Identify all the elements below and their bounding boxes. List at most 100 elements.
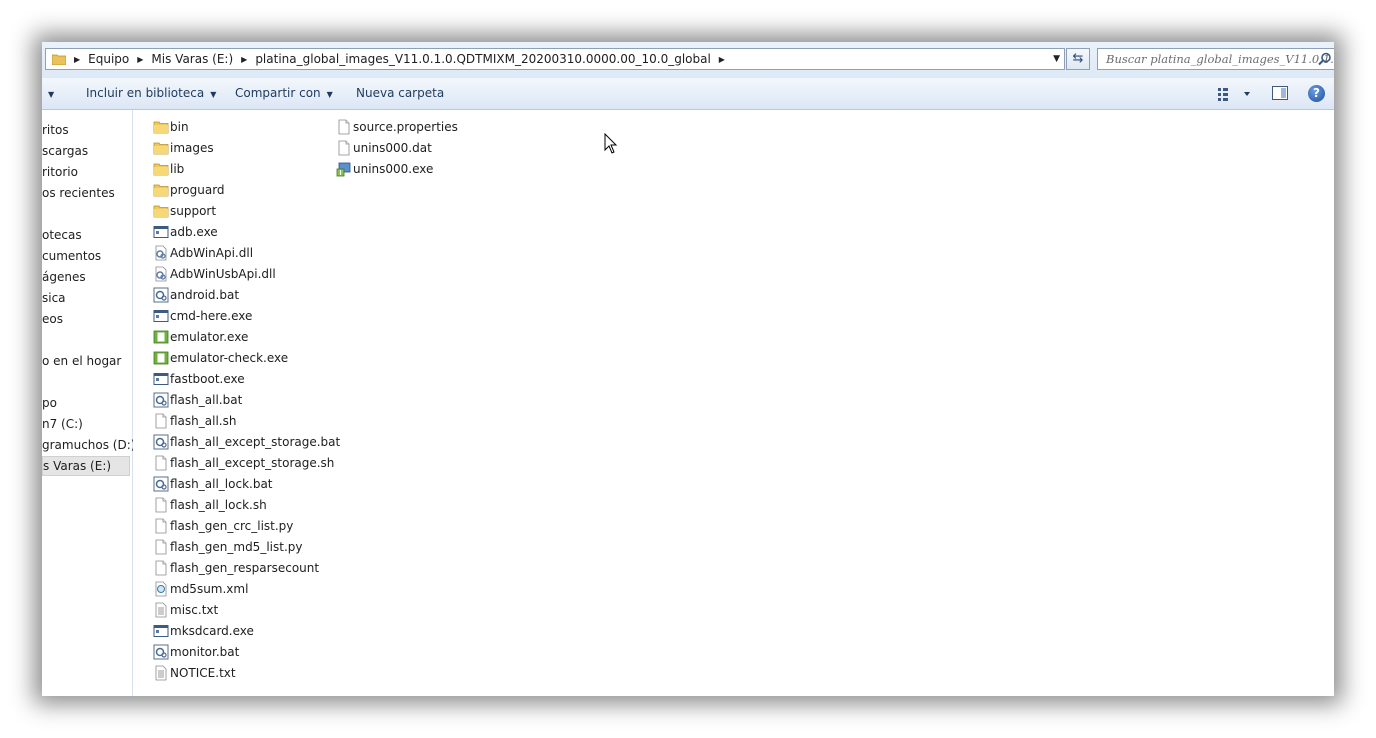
breadcrumb-folder[interactable]: platina_global_images_V11.0.1.0.QDTMIXM_…	[255, 52, 710, 66]
file-name: adb.exe	[170, 225, 218, 239]
nav-item-documentos[interactable]: cumentos	[42, 246, 101, 266]
search-placeholder: Buscar platina_global_images_V11.0.1...	[1106, 52, 1334, 66]
chevron-right-icon[interactable]: ▶	[137, 55, 143, 64]
file-icon	[153, 497, 169, 513]
nav-item-bibliotecas[interactable]: otecas	[42, 225, 82, 245]
folder-icon	[153, 119, 169, 135]
search-icon[interactable]	[1318, 52, 1332, 66]
help-icon[interactable]: ?	[1308, 85, 1325, 102]
exe-icon	[153, 224, 169, 240]
folder-icon	[153, 182, 169, 198]
exe-icon	[153, 371, 169, 387]
bat-icon	[153, 392, 169, 408]
breadcrumb-equipo[interactable]: Equipo	[88, 52, 129, 66]
file-name: android.bat	[170, 288, 240, 302]
folder-icon	[153, 161, 169, 177]
explorer-window: ▶ Equipo ▶ Mis Varas (E:) ▶ platina_glob…	[42, 42, 1334, 696]
chevron-right-icon[interactable]: ▶	[719, 55, 725, 64]
nav-item-drive-d[interactable]: gramuchos (D:)	[42, 435, 135, 455]
file-list: bin images lib proguard support adb.exe AdbWin…	[133, 110, 1334, 696]
folder-icon	[52, 54, 66, 65]
bat-icon	[153, 644, 169, 660]
file-name: misc.txt	[170, 603, 219, 617]
file-name: flash_all_lock.bat	[170, 477, 273, 491]
file-name: flash_all_except_storage.bat	[170, 435, 341, 449]
folder-icon	[153, 140, 169, 156]
file-name: source.properties	[353, 120, 458, 134]
nav-item-escritorio[interactable]: ritorio	[42, 162, 78, 182]
file-name: NOTICE.txt	[170, 666, 236, 680]
nav-item-grupo-hogar[interactable]: o en el hogar	[42, 351, 121, 371]
file-name: flash_all_except_storage.sh	[170, 456, 335, 470]
file-name: images	[170, 141, 214, 155]
installer-icon	[336, 161, 352, 177]
nav-item-drive-e[interactable]: s Varas (E:)	[42, 456, 130, 476]
command-bar: ▼ Incluir en biblioteca ▼ Compartir con ▼ …	[42, 78, 1334, 110]
include-in-library-button[interactable]: Incluir en biblioteca ▼	[86, 78, 216, 109]
exe-icon	[153, 308, 169, 324]
nav-item-equipo[interactable]: po	[42, 393, 57, 413]
bat-icon	[153, 287, 169, 303]
refresh-button[interactable]: ⇆	[1066, 48, 1090, 70]
address-row: ▶ Equipo ▶ Mis Varas (E:) ▶ platina_glob…	[42, 42, 1334, 78]
file-name: md5sum.xml	[170, 582, 249, 596]
file-icon	[153, 539, 169, 555]
file-icon	[336, 119, 352, 135]
breadcrumb: ▶ Equipo ▶ Mis Varas (E:) ▶ platina_glob…	[70, 49, 733, 69]
new-folder-button[interactable]: Nueva carpeta	[356, 78, 444, 109]
mouse-cursor-icon	[604, 133, 618, 154]
file-name: flash_gen_resparsecount	[170, 561, 320, 575]
chevron-down-icon: ▼	[210, 90, 217, 99]
navigation-pane: ritos scargas ritorio os recientes oteca…	[42, 110, 135, 696]
file-icon	[336, 140, 352, 156]
breadcrumb-drive[interactable]: Mis Varas (E:)	[151, 52, 233, 66]
nav-item-musica[interactable]: sica	[42, 288, 66, 308]
share-label: Compartir con	[235, 86, 321, 100]
include-label: Incluir en biblioteca	[86, 86, 205, 100]
file-icon	[153, 560, 169, 576]
refresh-icon: ⇆	[1072, 51, 1084, 66]
nav-item-drive-c[interactable]: n7 (C:)	[42, 414, 83, 434]
file-name: flash_all_lock.sh	[170, 498, 267, 512]
nav-item-favoritos[interactable]: ritos	[42, 120, 69, 140]
bat-icon	[153, 434, 169, 450]
folder-icon	[153, 203, 169, 219]
exe-icon	[153, 623, 169, 639]
file-name: monitor.bat	[170, 645, 240, 659]
file-name: support	[170, 204, 217, 218]
chevron-right-icon[interactable]: ▶	[241, 55, 247, 64]
bat-icon	[153, 476, 169, 492]
file-name: unins000.dat	[353, 141, 432, 155]
android-exe-icon	[153, 350, 169, 366]
file-name: lib	[170, 162, 185, 176]
file-icon	[153, 455, 169, 471]
search-input[interactable]: Buscar platina_global_images_V11.0.1...	[1097, 48, 1334, 70]
dll-icon	[153, 266, 169, 282]
file-name: AdbWinApi.dll	[170, 246, 254, 260]
view-options-icon[interactable]	[1216, 85, 1256, 103]
nav-item-imagenes[interactable]: ágenes	[42, 267, 86, 287]
share-with-button[interactable]: Compartir con ▼	[235, 78, 333, 109]
file-name: AdbWinUsbApi.dll	[170, 267, 276, 281]
file-name: proguard	[170, 183, 225, 197]
file-name: flash_gen_md5_list.py	[170, 540, 303, 554]
file-name: flash_gen_crc_list.py	[170, 519, 294, 533]
file-icon	[153, 413, 169, 429]
chevron-down-icon[interactable]: ▼	[1053, 49, 1060, 69]
preview-pane-button[interactable]	[1272, 86, 1288, 100]
chevron-right-icon[interactable]: ▶	[74, 55, 80, 64]
file-icon	[153, 518, 169, 534]
file-name: mksdcard.exe	[170, 624, 254, 638]
chevron-down-icon: ▼	[326, 90, 333, 99]
file-name: fastboot.exe	[170, 372, 245, 386]
nav-item-sitios-recientes[interactable]: os recientes	[42, 183, 115, 203]
file-name: bin	[170, 120, 189, 134]
file-name: emulator.exe	[170, 330, 249, 344]
android-exe-icon	[153, 329, 169, 345]
file-name: unins000.exe	[353, 162, 434, 176]
chevron-down-icon[interactable]: ▼	[48, 78, 54, 109]
file-name: flash_all.sh	[170, 414, 237, 428]
nav-item-videos[interactable]: eos	[42, 309, 63, 329]
nav-item-descargas[interactable]: scargas	[42, 141, 88, 161]
address-bar[interactable]: ▶ Equipo ▶ Mis Varas (E:) ▶ platina_glob…	[45, 48, 1065, 70]
